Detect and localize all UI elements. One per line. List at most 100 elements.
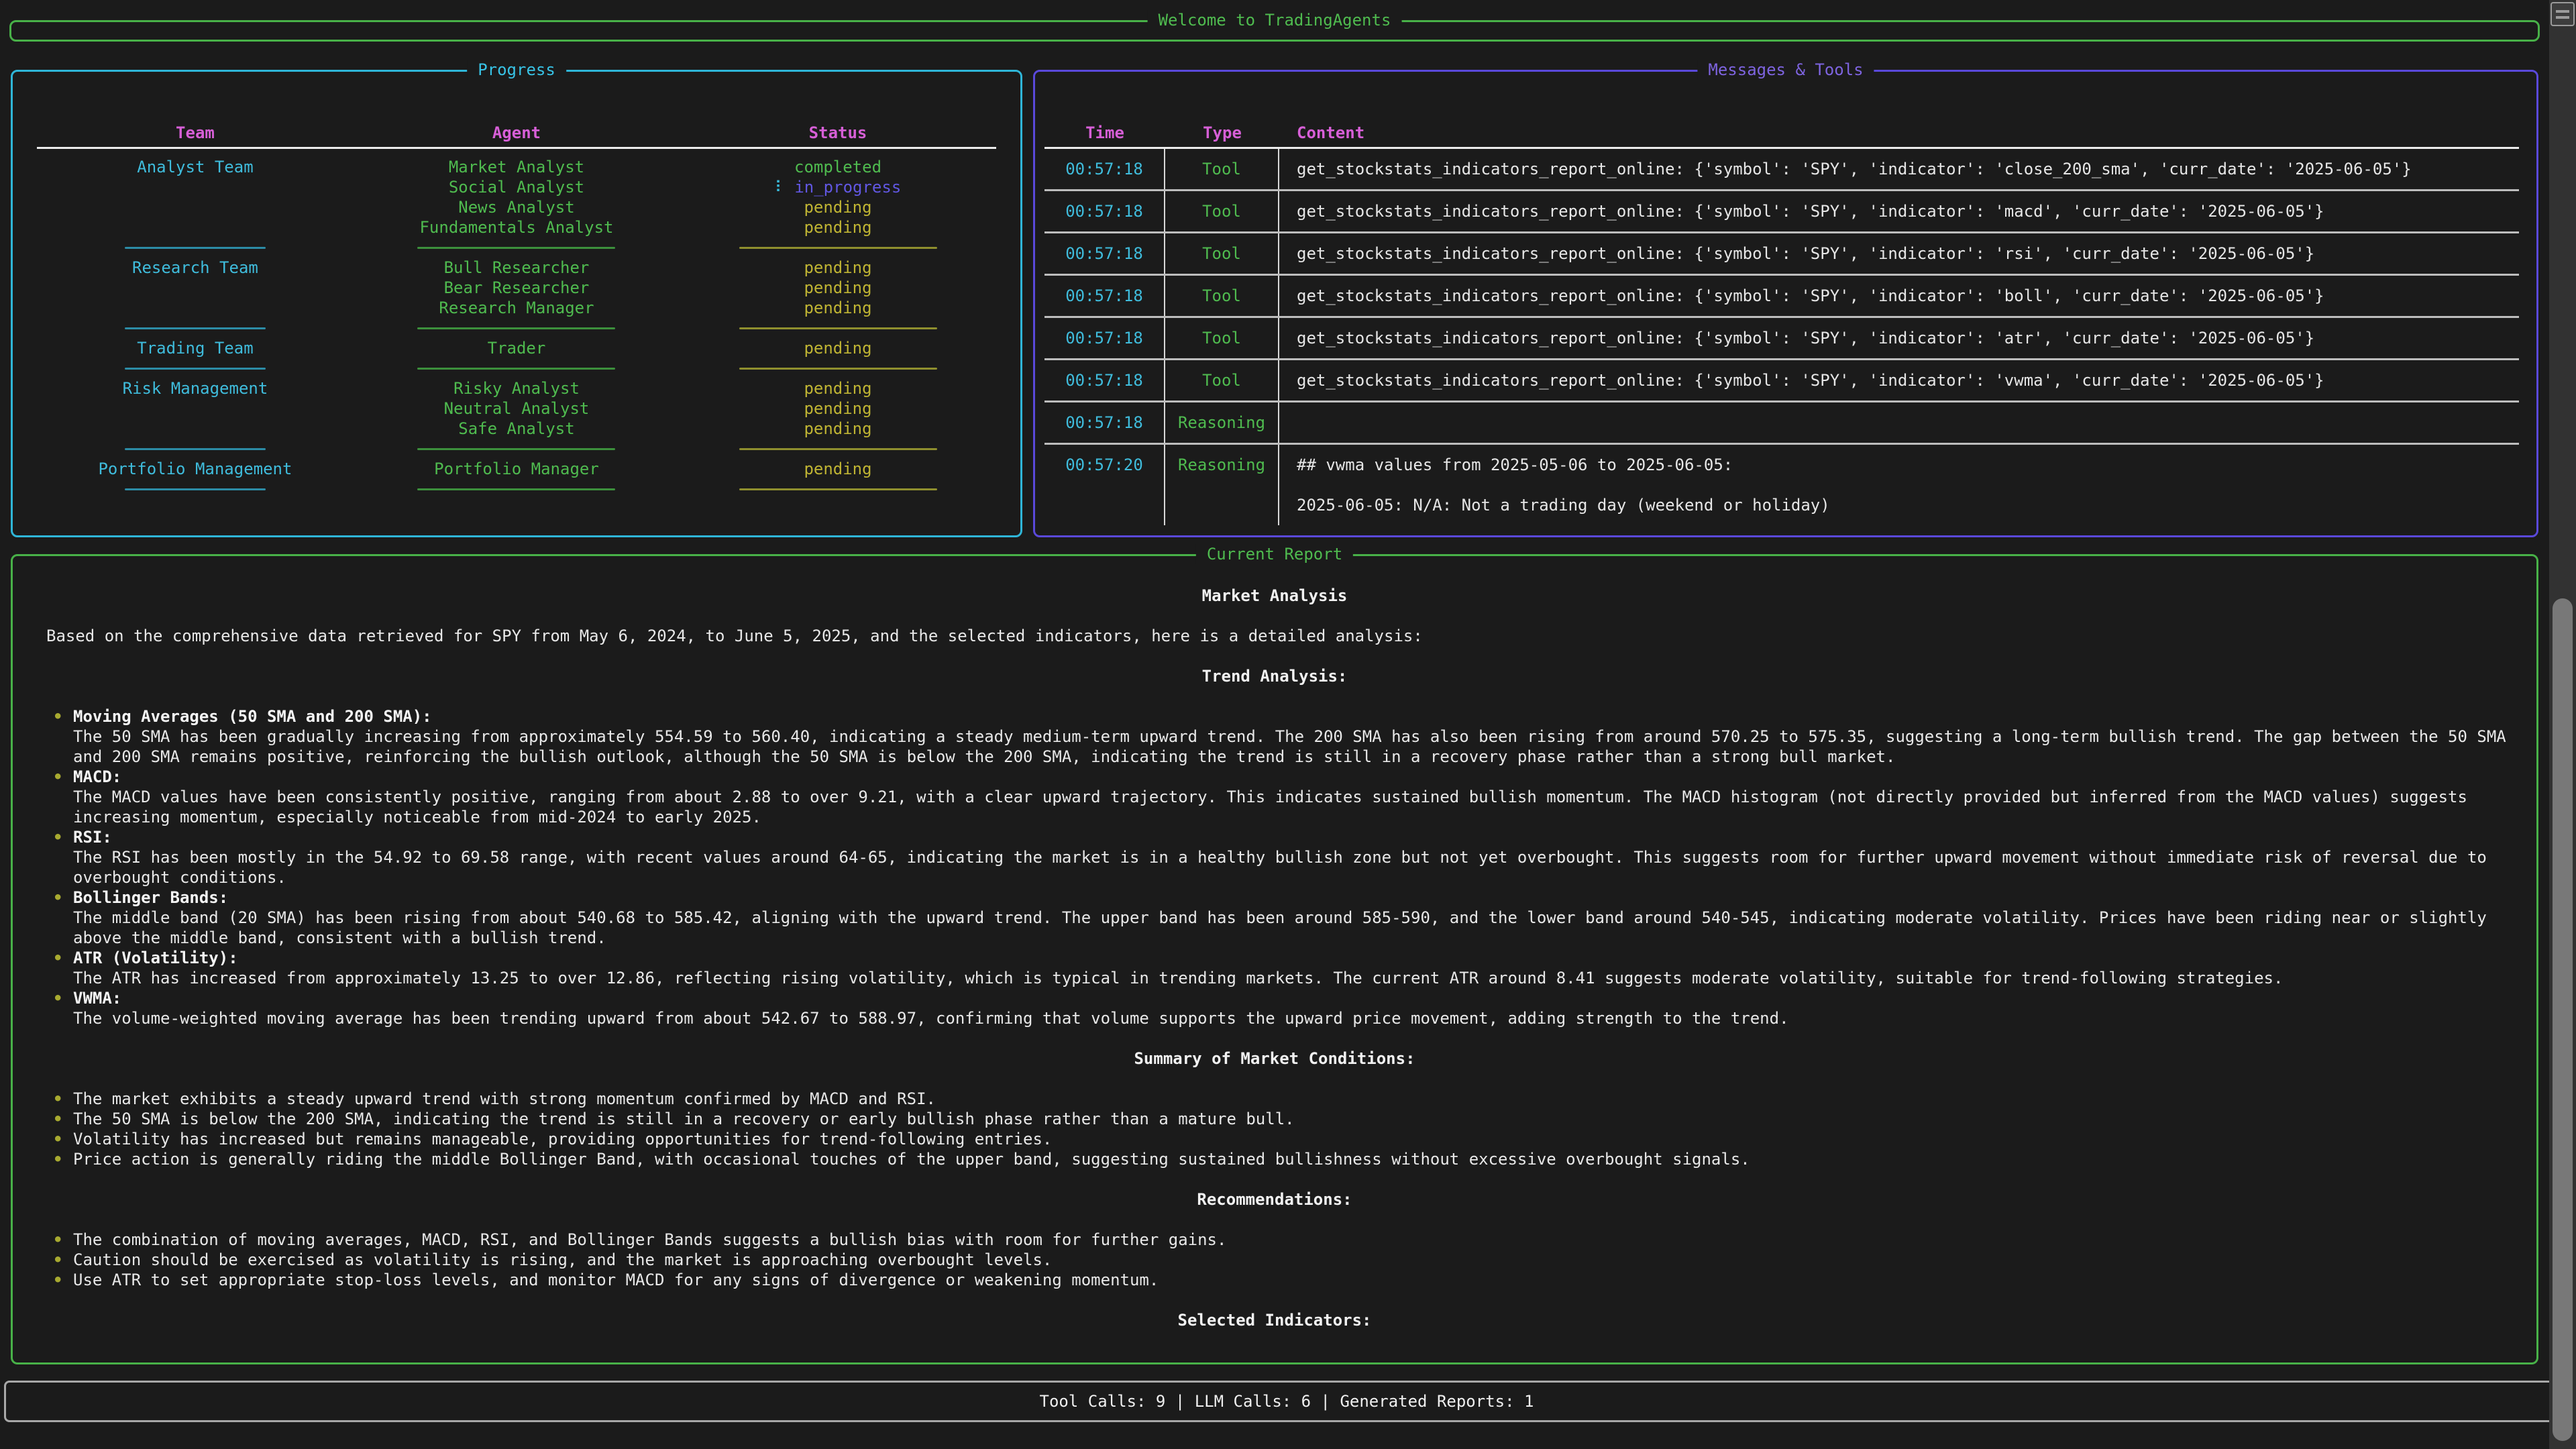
- progress-row: Analyst TeamMarket Analystcompleted: [37, 157, 996, 177]
- section-separator: [37, 439, 996, 459]
- column-header-agent: Agent: [354, 123, 680, 143]
- progress-panel-title: Progress: [467, 60, 566, 80]
- message-content-line: get_stockstats_indicators_report_online:…: [1297, 328, 2512, 348]
- message-time: 00:57:18: [1044, 360, 1165, 400]
- message-content: get_stockstats_indicators_report_online:…: [1279, 318, 2519, 358]
- message-content-line: get_stockstats_indicators_report_online:…: [1297, 370, 2512, 390]
- scrollbar-menu-icon[interactable]: [2551, 2, 2575, 26]
- status-cell: completed: [680, 157, 996, 177]
- status-cell: ⠇in_progress: [680, 177, 996, 197]
- team-separator-line: [125, 368, 266, 370]
- status-cell: pending: [680, 419, 996, 439]
- message-content: ## vwma values from 2025-05-06 to 2025-0…: [1279, 445, 2519, 525]
- agent-separator-line: [417, 488, 615, 490]
- scrollbar-thumb[interactable]: [2553, 598, 2573, 1441]
- report-sections: Trend Analysis:Moving Averages (50 SMA a…: [37, 666, 2512, 1330]
- message-time: 00:57:18: [1044, 191, 1165, 231]
- team-separator-line: [125, 488, 266, 490]
- bullet-text: Use ATR to set appropriate stop-loss lev…: [73, 1270, 2512, 1290]
- column-header-content: Content: [1279, 123, 2519, 143]
- team-cell: [37, 298, 354, 318]
- messages-panel-title: Messages & Tools: [1697, 60, 1874, 80]
- progress-row: Neutral Analystpending: [37, 398, 996, 419]
- message-type: Tool: [1165, 276, 1279, 316]
- progress-row: Safe Analystpending: [37, 419, 996, 439]
- progress-row: Research TeamBull Researcherpending: [37, 258, 996, 278]
- agent-separator-line: [417, 327, 615, 329]
- section-separator: [37, 358, 996, 378]
- agent-cell: Bear Researcher: [354, 278, 680, 298]
- report-section-heading: Recommendations:: [37, 1189, 2512, 1210]
- status-cell: pending: [680, 378, 996, 398]
- message-type: Tool: [1165, 149, 1279, 189]
- tradingagents-terminal: Welcome to TradingAgents Progress Team A…: [0, 0, 2576, 1449]
- status-cell: pending: [680, 459, 996, 479]
- message-content: get_stockstats_indicators_report_online:…: [1279, 149, 2519, 189]
- status-separator-line: [739, 448, 937, 450]
- report-bullet-item: VWMA:The volume-weighted moving average …: [37, 988, 2512, 1028]
- agent-cell: Trader: [354, 338, 680, 358]
- agent-cell: News Analyst: [354, 197, 680, 217]
- bullet-text: The middle band (20 SMA) has been rising…: [73, 908, 2512, 948]
- report-bullet-item: Price action is generally riding the mid…: [37, 1149, 2512, 1169]
- agent-separator-line: [417, 247, 615, 249]
- bullet-text: The 50 SMA has been gradually increasing…: [73, 727, 2512, 767]
- message-row: 00:57:18Reasoning: [1044, 402, 2519, 445]
- bullet-text: Caution should be exercised as volatilit…: [73, 1250, 2512, 1270]
- team-cell: [37, 419, 354, 439]
- bullet-term: ATR (Volatility):: [73, 948, 2512, 968]
- report-bullet-item: Use ATR to set appropriate stop-loss lev…: [37, 1270, 2512, 1290]
- column-header-status: Status: [680, 123, 996, 143]
- status-separator-line: [739, 247, 937, 249]
- report-panel-title: Current Report: [1196, 544, 1353, 564]
- team-cell: Research Team: [37, 258, 354, 278]
- status-separator-line: [739, 368, 937, 370]
- team-cell: Analyst Team: [37, 157, 354, 177]
- report-bullet-item: RSI:The RSI has been mostly in the 54.92…: [37, 827, 2512, 888]
- bullet-text: Volatility has increased but remains man…: [73, 1129, 2512, 1149]
- welcome-panel: Welcome to TradingAgents: [9, 20, 2540, 42]
- message-type: Tool: [1165, 233, 1279, 274]
- report-intro: Based on the comprehensive data retrieve…: [37, 626, 2512, 646]
- message-content-line: [1297, 475, 2512, 495]
- messages-table-body: 00:57:18Toolget_stockstats_indicators_re…: [1044, 149, 2519, 525]
- message-type: Tool: [1165, 360, 1279, 400]
- progress-row: Risk ManagementRisky Analystpending: [37, 378, 996, 398]
- spinner-icon: ⠇: [775, 178, 787, 197]
- report-bullet-list: The market exhibits a steady upward tren…: [37, 1089, 2512, 1169]
- message-row: 00:57:20Reasoning## vwma values from 202…: [1044, 445, 2519, 525]
- progress-row: Social Analyst⠇in_progress: [37, 177, 996, 197]
- messages-table-header: Time Type Content: [1044, 123, 2519, 149]
- agent-cell: Research Manager: [354, 298, 680, 318]
- stats-footer-panel: Tool Calls: 9 | LLM Calls: 6 | Generated…: [4, 1381, 2569, 1422]
- bullet-text: The MACD values have been consistently p…: [73, 787, 2512, 827]
- messages-table: Time Type Content 00:57:18Toolget_stocks…: [1044, 123, 2519, 525]
- status-cell: pending: [680, 217, 996, 237]
- message-time: 00:57:18: [1044, 318, 1165, 358]
- report-section-heading: Selected Indicators:: [37, 1310, 2512, 1330]
- agent-separator-line: [417, 368, 615, 370]
- scrollbar-track[interactable]: [2549, 0, 2576, 1449]
- stats-footer-text: Tool Calls: 9 | LLM Calls: 6 | Generated…: [6, 1383, 2567, 1420]
- progress-table-body: Analyst TeamMarket AnalystcompletedSocia…: [37, 149, 996, 499]
- message-type: Tool: [1165, 318, 1279, 358]
- team-separator-line: [125, 448, 266, 450]
- message-row: 00:57:18Toolget_stockstats_indicators_re…: [1044, 191, 2519, 233]
- bullet-term: RSI:: [73, 827, 2512, 847]
- bullet-text: The volume-weighted moving average has b…: [73, 1008, 2512, 1028]
- team-cell: Risk Management: [37, 378, 354, 398]
- team-cell: [37, 197, 354, 217]
- report-bullet-item: The combination of moving averages, MACD…: [37, 1230, 2512, 1250]
- team-separator-line: [125, 327, 266, 329]
- bullet-term: Moving Averages (50 SMA and 200 SMA):: [73, 706, 2512, 727]
- agent-separator-line: [417, 448, 615, 450]
- section-separator: [37, 479, 996, 499]
- report-bullet-list: Moving Averages (50 SMA and 200 SMA):The…: [37, 706, 2512, 1028]
- bullet-text: The RSI has been mostly in the 54.92 to …: [73, 847, 2512, 888]
- status-cell: pending: [680, 278, 996, 298]
- status-cell: pending: [680, 298, 996, 318]
- message-content-line: 2025-06-05: N/A: Not a trading day (week…: [1297, 495, 2512, 515]
- message-content-line: get_stockstats_indicators_report_online:…: [1297, 201, 2512, 221]
- message-time: 00:57:18: [1044, 149, 1165, 189]
- progress-panel: Progress Team Agent Status Analyst TeamM…: [11, 70, 1022, 537]
